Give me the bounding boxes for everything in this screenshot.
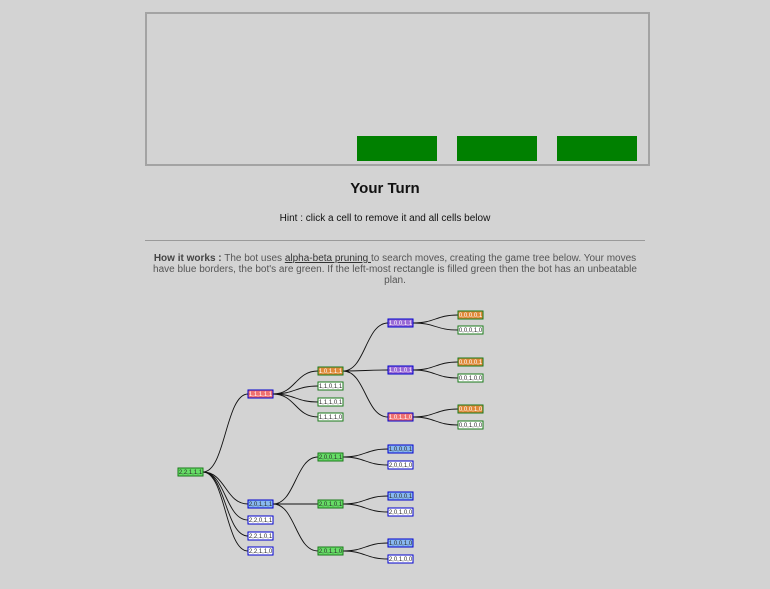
tree-node-label: 1,0,0,0,1 <box>389 447 413 453</box>
tree-edge <box>342 503 389 513</box>
tree-node-label: 1,0,0,1,1 <box>389 321 413 327</box>
tree-edge <box>342 322 389 372</box>
tree-node-label: 2,0,1,0,1 <box>319 502 343 508</box>
tree-node: 2,0,1,0,1 <box>317 499 344 509</box>
tree-edge <box>272 456 319 505</box>
tree-node-label: 1,0,0,0,1 <box>389 494 413 500</box>
tree-edge <box>412 361 459 371</box>
tree-node-label: 0,0,0,0,1 <box>459 360 483 366</box>
tree-edge <box>342 456 389 466</box>
tree-node: 0,0,0,1,0 <box>457 325 484 335</box>
tree-node: 1,0,1,1,0 <box>387 412 414 422</box>
tree-node: 1,0,1,0,1 <box>387 365 414 375</box>
tree-node: 2,2,0,1,1 <box>247 515 274 525</box>
tree-node: 2,2,1,1,0 <box>247 546 274 556</box>
tree-node: 2,0,0,1,0 <box>387 460 414 470</box>
tree-edge <box>412 369 459 379</box>
tree-node-label: 2,2,1,0,1 <box>249 534 273 540</box>
tree-edge <box>202 471 249 537</box>
tree-node: 1,0,0,0,1 <box>387 444 414 454</box>
tree-edge <box>272 370 319 395</box>
tree-node: 1,0,0,1,1 <box>387 318 414 328</box>
tree-edge <box>342 550 389 560</box>
tree-edge <box>272 393 319 418</box>
tree-node: 2,0,1,1,1 <box>247 499 274 509</box>
tree-node: 0,0,1,0,0 <box>457 373 484 383</box>
tree-node-label: 1,0,1,1,1 <box>319 369 343 375</box>
tree-node-label: 1,1,1,1,0 <box>319 415 343 421</box>
tree-node: 0,0,0,0,1 <box>457 357 484 367</box>
tree-node: 2,0,1,0,0 <box>387 507 414 517</box>
tree-node: 0,0,0,0,1 <box>457 310 484 320</box>
tree-node: 1,1,1,1,1 <box>247 389 274 399</box>
tree-node: 2,2,1,0,1 <box>247 531 274 541</box>
tree-node-label: 2,0,1,1,1 <box>249 502 273 508</box>
tree-node: 2,0,0,1,1 <box>317 452 344 462</box>
tree-node-label: 0,0,1,0,0 <box>459 376 483 382</box>
tree-node-label: 1,0,0,1,0 <box>389 541 413 547</box>
tree-node-label: 2,2,0,1,1 <box>249 518 273 524</box>
tree-edge <box>202 471 249 552</box>
tree-node-label: 1,0,1,1,0 <box>389 415 413 421</box>
tree-node: 1,0,0,1,0 <box>387 538 414 548</box>
tree-edge <box>342 495 389 505</box>
game-tree: 2,2,1,1,1 1,1,1,1,1 2,0,1,1,1 2,2,0,1,1 2,2,… <box>177 310 484 564</box>
tree-node-label: 0,0,0,1,0 <box>459 407 483 413</box>
tree-node-label: 0,0,0,0,1 <box>459 313 483 319</box>
tree-node: 1,0,0,0,1 <box>387 491 414 501</box>
tree-node-label: 1,0,1,0,1 <box>389 368 413 374</box>
tree-node-label: 2,0,0,1,0 <box>389 463 413 469</box>
tree-edge <box>272 503 319 552</box>
tree-node-label: 2,0,1,1,0 <box>319 549 343 555</box>
tree-edge <box>202 393 249 473</box>
tree-node: 1,1,1,1,0 <box>317 412 344 422</box>
tree-edge <box>412 416 459 426</box>
tree-node: 2,2,1,1,1 <box>177 467 204 477</box>
tree-node: 0,0,0,1,0 <box>457 404 484 414</box>
tree-node-label: 2,0,1,0,0 <box>389 557 413 563</box>
tree-node-label: 1,1,1,0,1 <box>319 400 343 406</box>
tree-node-label: 1,1,1,1,1 <box>249 392 273 398</box>
tree-edge <box>412 314 459 324</box>
tree-edge <box>412 322 459 331</box>
tree-node: 1,1,0,1,1 <box>317 381 344 391</box>
tree-node-label: 2,0,1,0,0 <box>389 510 413 516</box>
tree-edge <box>412 408 459 418</box>
tree-edge <box>202 471 249 505</box>
tree-node-label: 2,2,1,1,1 <box>179 470 203 476</box>
tree-node-label: 1,1,0,1,1 <box>319 384 343 390</box>
tree-edge <box>342 542 389 552</box>
tree-node-label: 2,0,0,1,1 <box>319 455 343 461</box>
tree-node: 2,0,1,1,0 <box>317 546 344 556</box>
tree-node: 1,0,1,1,1 <box>317 366 344 376</box>
tree-node-label: 2,2,1,1,0 <box>249 549 273 555</box>
tree-node-label: 0,0,1,0,0 <box>459 423 483 429</box>
tree-node: 1,1,1,0,1 <box>317 397 344 407</box>
tree-edge <box>342 370 389 418</box>
tree-edge <box>342 448 389 458</box>
tree-node-label: 0,0,0,1,0 <box>459 328 483 334</box>
tree-edge <box>342 369 389 372</box>
tree-node: 0,0,1,0,0 <box>457 420 484 430</box>
tree-node: 2,0,1,0,0 <box>387 554 414 564</box>
